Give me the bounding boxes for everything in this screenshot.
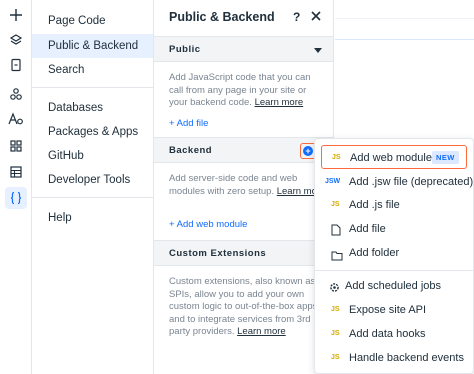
custom-extensions-section-label: Custom Extensions — [169, 248, 267, 259]
nav-item-public-backend[interactable]: Public & Backend — [32, 34, 153, 58]
custom-extensions-description: Custom extensions, also known as SPIs, a… — [169, 276, 318, 337]
js-file-icon: JS — [331, 306, 340, 313]
nav-item-packages-apps[interactable]: Packages & Apps — [32, 120, 153, 144]
custom-extensions-learn-more-link[interactable]: Learn more — [237, 326, 286, 337]
js-file-icon: JS — [332, 154, 341, 161]
add-backend-menu: JS Add web module NEW JSW Add .jsw file … — [314, 138, 474, 374]
nav-divider — [32, 87, 153, 88]
menu-add-jsw-file[interactable]: JSW Add .jsw file (deprecated) — [315, 170, 473, 194]
layers-icon[interactable] — [5, 29, 27, 51]
menu-add-file[interactable]: Add file — [315, 217, 473, 241]
js-file-icon: JS — [331, 330, 340, 337]
custom-extensions-section-header: Custom Extensions — [154, 240, 333, 266]
menu-expose-site-api[interactable]: JS Expose site API — [315, 298, 473, 322]
backend-description: Add server-side code and web modules wit… — [169, 173, 326, 197]
nav-item-page-code[interactable]: Page Code — [32, 9, 153, 33]
nav-divider — [32, 197, 153, 198]
public-learn-more-link[interactable]: Learn more — [255, 97, 304, 108]
public-backend-panel: Public & Backend ? Public Add JavaScript… — [154, 0, 334, 374]
add-web-module-link[interactable]: + Add web module — [169, 219, 247, 230]
chevron-down-icon[interactable] — [314, 48, 322, 53]
add-public-file-link[interactable]: + Add file — [169, 118, 208, 129]
menu-add-web-module[interactable]: JS Add web module NEW — [321, 145, 467, 169]
nav-item-databases[interactable]: Databases — [32, 96, 153, 120]
menu-add-js-file[interactable]: JS Add .js file — [315, 193, 473, 217]
icon-rail — [0, 0, 32, 374]
menu-handle-backend-events[interactable]: JS Handle backend events — [315, 346, 473, 370]
nav-item-search[interactable]: Search — [32, 58, 153, 82]
public-section-header[interactable]: Public — [154, 36, 333, 62]
menu-add-scheduled-jobs[interactable]: Add scheduled jobs — [315, 274, 473, 298]
nav-item-help[interactable]: Help — [32, 206, 153, 230]
code-braces-icon[interactable] — [5, 187, 27, 209]
table-icon[interactable] — [5, 161, 27, 183]
menu-add-folder[interactable]: Add folder — [315, 241, 473, 265]
help-icon[interactable]: ? — [293, 10, 300, 24]
panel-title: Public & Backend — [169, 10, 275, 24]
menu-divider — [315, 270, 473, 271]
grid-icon[interactable] — [5, 135, 27, 157]
backend-section-label: Backend — [169, 145, 213, 156]
nav-item-developer-tools[interactable]: Developer Tools — [32, 168, 153, 192]
code-nav: Page Code Public & Backend Search Databa… — [32, 0, 154, 374]
apps-icon[interactable] — [5, 83, 27, 105]
public-description: Add JavaScript code that you can call fr… — [169, 72, 311, 108]
text-style-icon[interactable] — [5, 108, 27, 130]
close-icon[interactable] — [309, 9, 323, 23]
folder-icon — [331, 248, 343, 272]
plus-icon[interactable] — [5, 4, 27, 26]
preview-header-strip — [335, 18, 474, 40]
js-file-icon: JS — [331, 354, 340, 361]
jsw-file-icon: JSW — [325, 178, 341, 185]
new-badge: NEW — [432, 151, 459, 164]
plus-circle-icon: + — [303, 146, 313, 156]
js-file-icon: JS — [331, 201, 340, 208]
page-icon[interactable] — [5, 54, 27, 76]
public-section-label: Public — [169, 44, 201, 55]
nav-item-github[interactable]: GitHub — [32, 144, 153, 168]
menu-add-data-hooks[interactable]: JS Add data hooks — [315, 322, 473, 346]
